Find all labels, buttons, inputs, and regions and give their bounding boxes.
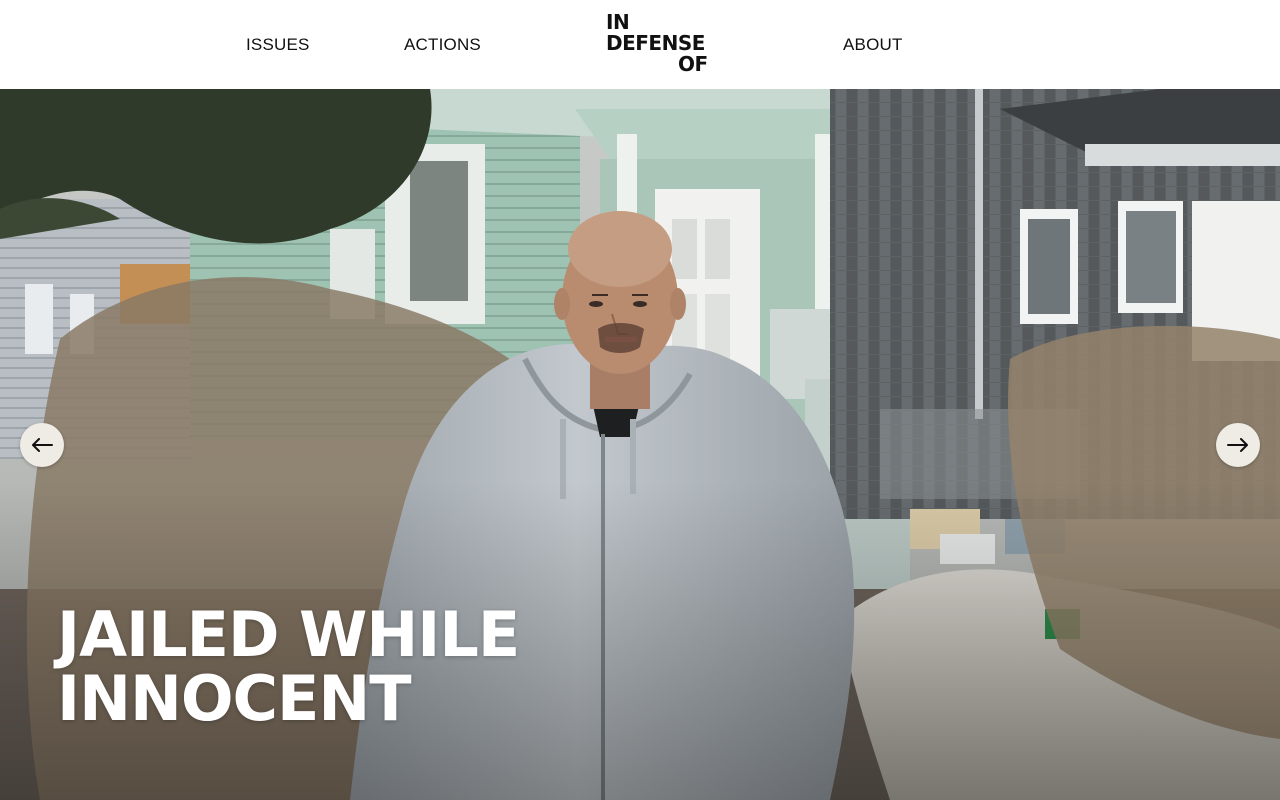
site-logo[interactable]: IN DEFENSE OF [606,12,716,78]
hero-title[interactable]: JAILED WHILE INNOCENT [57,603,677,731]
nav-about-link[interactable]: ABOUT [843,35,903,55]
carousel-prev-button[interactable] [20,423,64,467]
nav-issues-link[interactable]: ISSUES [246,35,310,55]
site-header: ISSUES ACTIONS IN DEFENSE OF ABOUT [0,0,1280,89]
nav-actions-link[interactable]: ACTIONS [404,35,481,55]
arrow-right-icon [1227,438,1248,452]
arrow-left-icon [32,438,53,452]
logo-line-3: OF [678,52,708,76]
logo-line-2: DEFENSE [606,31,705,55]
hero-title-line-1: JAILED WHILE [57,598,520,671]
hero-carousel: JAILED WHILE INNOCENT [0,89,1280,800]
carousel-next-button[interactable] [1216,423,1260,467]
hero-title-line-2: INNOCENT [57,662,412,735]
logo-line-1: IN [606,10,630,34]
